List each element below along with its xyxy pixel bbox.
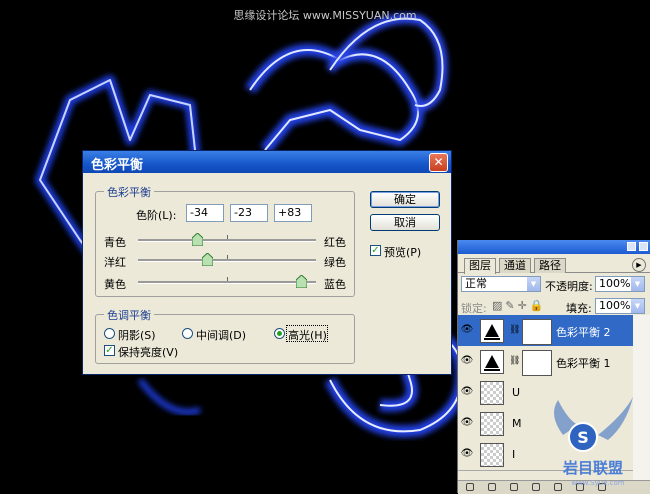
fill-input[interactable]: 100% ▼ bbox=[595, 298, 645, 314]
layer-name: M bbox=[512, 417, 522, 430]
level-cyan-red-input[interactable]: -34 bbox=[186, 204, 224, 222]
logo-text: 岩目联盟 bbox=[562, 459, 623, 477]
opacity-dropdown-icon: ▼ bbox=[631, 277, 644, 291]
preserve-luminosity-checkbox[interactable]: ✓ bbox=[104, 345, 115, 356]
color-balance-dialog: 色彩平衡 ✕ 色彩平衡 色阶(L): -34 -23 +83 青色 红色 洋红 … bbox=[82, 150, 452, 375]
link-icon: ⛓ bbox=[509, 356, 521, 366]
fill-value: 100% bbox=[599, 299, 631, 312]
slider-center-tick bbox=[227, 235, 228, 239]
slider-thumb-0[interactable] bbox=[191, 232, 204, 247]
brand-logo: S 岩目联盟 www.Syue.com bbox=[554, 397, 633, 487]
tab-paths[interactable]: 路径 bbox=[534, 258, 566, 273]
level-magenta-green-input[interactable]: -23 bbox=[230, 204, 268, 222]
text-layer-thumbnail bbox=[480, 381, 504, 405]
eye-icon[interactable]: 👁 bbox=[460, 417, 474, 429]
opacity-input[interactable]: 100% ▼ bbox=[595, 276, 645, 292]
fill-label: 填充: bbox=[566, 302, 592, 315]
adjustment-layer-icon bbox=[480, 350, 504, 374]
color-balance-group: 色彩平衡 色阶(L): -34 -23 +83 青色 红色 洋红 绿色 黄色 蓝… bbox=[95, 184, 355, 297]
preserve-luminosity-label: 保持亮度(V) bbox=[118, 346, 179, 359]
adjustment-layer-icon bbox=[480, 319, 504, 343]
text-layer-thumbnail bbox=[480, 412, 504, 436]
blend-mode-select[interactable]: 正常 ▼ bbox=[461, 276, 541, 292]
slider-thumb-2[interactable] bbox=[295, 274, 308, 289]
link-icon: ⛓ bbox=[509, 325, 521, 335]
logo-url: www.Syue.com bbox=[571, 479, 624, 487]
panel-close-button[interactable] bbox=[639, 242, 648, 251]
layer-row[interactable]: 👁 ⛓ 色彩平衡 2 bbox=[458, 315, 633, 347]
opacity-value: 100% bbox=[599, 277, 631, 290]
slider-magenta-label: 洋红 bbox=[104, 256, 126, 269]
preview-label: 预览(P) bbox=[384, 246, 422, 259]
radio-midtones-label: 中间调(D) bbox=[196, 329, 247, 342]
layer-name: I bbox=[512, 448, 516, 461]
text-layer-thumbnail bbox=[480, 443, 504, 467]
layer-style-icon[interactable] bbox=[488, 483, 496, 491]
color-balance-group-label: 色彩平衡 bbox=[104, 184, 154, 200]
link-layers-icon[interactable] bbox=[466, 483, 474, 491]
tone-balance-group: 色调平衡 阴影(S) 中间调(D) 高光(H) ✓ 保持亮度(V) bbox=[95, 307, 355, 364]
slider-center-tick bbox=[227, 277, 228, 281]
layer-row[interactable]: 👁 ⛓ 色彩平衡 1 bbox=[458, 346, 633, 378]
blend-mode-value: 正常 bbox=[465, 277, 487, 290]
slider-track-1[interactable] bbox=[138, 259, 316, 262]
opacity-label: 不透明度: bbox=[545, 280, 593, 293]
eye-icon[interactable]: 👁 bbox=[460, 448, 474, 460]
slider-track-0[interactable] bbox=[138, 239, 316, 242]
radio-midtones[interactable] bbox=[182, 328, 193, 339]
radio-shadows[interactable] bbox=[104, 328, 115, 339]
radio-highlights-label: 高光(H) bbox=[288, 329, 327, 342]
slider-track-2[interactable] bbox=[138, 281, 316, 284]
close-button[interactable]: ✕ bbox=[429, 153, 448, 172]
panel-menu-icon[interactable]: ▶ bbox=[632, 258, 646, 272]
chevron-down-icon: ▼ bbox=[527, 277, 540, 291]
slider-yellow-label: 黄色 bbox=[104, 278, 126, 291]
layer-mask-thumbnail[interactable] bbox=[522, 319, 552, 345]
levels-label: 色阶(L): bbox=[136, 209, 177, 222]
watermark-text: 思缘设计论坛 www.MISSYUAN.com bbox=[233, 9, 417, 22]
fill-dropdown-icon: ▼ bbox=[631, 299, 644, 313]
slider-red-label: 红色 bbox=[324, 236, 346, 249]
panel-minimize-button[interactable] bbox=[627, 242, 636, 251]
layer-mask-thumbnail[interactable] bbox=[522, 350, 552, 376]
eye-icon[interactable]: 👁 bbox=[460, 386, 474, 398]
dialog-title: 色彩平衡 bbox=[91, 158, 144, 173]
layer-name: U bbox=[512, 386, 521, 399]
slider-cyan-label: 青色 bbox=[104, 236, 126, 249]
close-icon: ✕ bbox=[433, 155, 444, 169]
lock-label: 锁定: bbox=[461, 302, 487, 315]
radio-highlights[interactable] bbox=[274, 328, 285, 339]
lock-icons[interactable]: ▨✎✛🔒 bbox=[492, 299, 547, 312]
ok-button[interactable]: 确定 bbox=[370, 191, 440, 208]
slider-center-tick bbox=[227, 255, 228, 259]
slider-green-label: 绿色 bbox=[324, 256, 346, 269]
cancel-button[interactable]: 取消 bbox=[370, 214, 440, 231]
eye-icon[interactable]: 👁 bbox=[460, 355, 474, 367]
preview-checkbox[interactable]: ✓ bbox=[370, 245, 381, 256]
eye-icon[interactable]: 👁 bbox=[460, 324, 474, 336]
svg-text:S: S bbox=[577, 428, 589, 447]
panel-tabs: 图层 通道 路径 ▶ bbox=[458, 256, 650, 274]
slider-blue-label: 蓝色 bbox=[324, 278, 346, 291]
dialog-titlebar[interactable]: 色彩平衡 ✕ bbox=[83, 151, 451, 173]
level-yellow-blue-input[interactable]: +83 bbox=[274, 204, 312, 222]
tone-balance-group-label: 色调平衡 bbox=[104, 307, 154, 323]
tab-layers[interactable]: 图层 bbox=[464, 258, 496, 274]
layer-name: 色彩平衡 1 bbox=[556, 357, 611, 370]
tab-channels[interactable]: 通道 bbox=[499, 258, 531, 273]
layer-name: 色彩平衡 2 bbox=[556, 326, 611, 339]
radio-shadows-label: 阴影(S) bbox=[118, 329, 156, 342]
add-mask-icon[interactable] bbox=[510, 483, 518, 491]
slider-thumb-1[interactable] bbox=[201, 252, 214, 267]
panel-titlebar[interactable] bbox=[458, 240, 650, 254]
